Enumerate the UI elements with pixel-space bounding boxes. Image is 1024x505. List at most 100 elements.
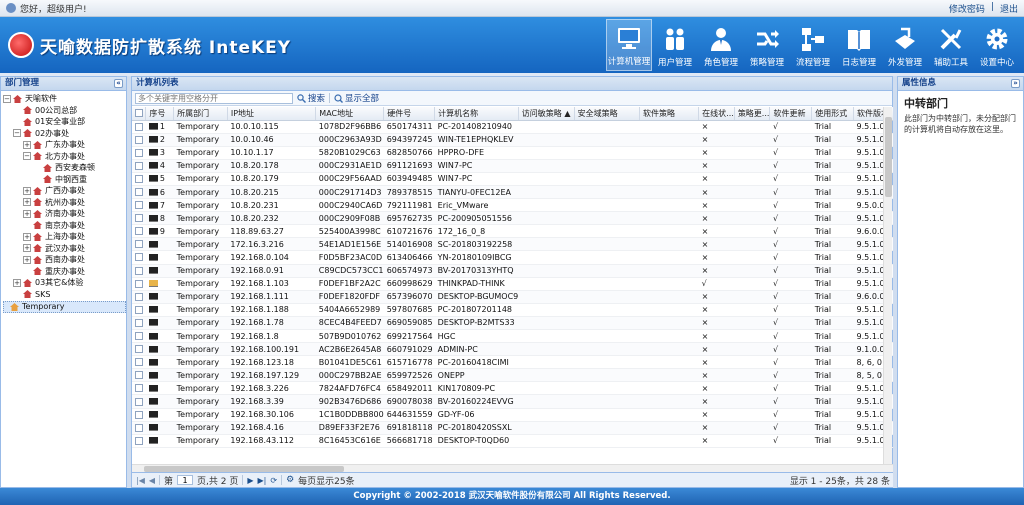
tree-node[interactable]: 重庆办事处 xyxy=(3,266,126,278)
nav-monitor[interactable]: 计算机管理 xyxy=(606,19,652,71)
show-all-button[interactable]: 显示全部 xyxy=(334,92,379,104)
row-select-cell[interactable] xyxy=(132,277,146,291)
checkbox[interactable] xyxy=(135,240,143,249)
search-button[interactable]: 搜索 xyxy=(297,92,325,104)
logout-link[interactable]: 退出 xyxy=(1000,2,1018,15)
row-select-cell[interactable] xyxy=(132,120,146,134)
checkbox[interactable] xyxy=(135,292,143,301)
row-select-cell[interactable] xyxy=(132,172,146,186)
checkbox[interactable] xyxy=(135,161,143,170)
nav-workflow[interactable]: 流程管理 xyxy=(790,19,836,71)
tree-toggle-icon[interactable]: − xyxy=(3,94,11,103)
collapse-right-button[interactable]: » xyxy=(1011,79,1020,88)
table-row[interactable]: Temporary 192.168.30.106 1C1B0DDBB800 64463… xyxy=(132,408,894,422)
checkbox[interactable] xyxy=(135,279,143,288)
row-select-cell[interactable] xyxy=(132,159,146,173)
checkbox[interactable] xyxy=(135,148,143,157)
tree-node[interactable]: +03其它&体验 xyxy=(3,277,126,289)
table-row[interactable]: 7 Temporary 10.8.20.231 000C2940CA6D 7921119… xyxy=(132,198,894,213)
column-header[interactable]: 序号 xyxy=(145,107,175,121)
column-header[interactable]: 所属部门 xyxy=(173,107,228,121)
nav-outgoing[interactable]: 外发管理 xyxy=(882,19,928,71)
tree-node[interactable]: + 广东办事处 xyxy=(3,139,126,151)
row-select-cell[interactable] xyxy=(132,133,146,147)
nav-roles[interactable]: 角色管理 xyxy=(698,19,744,71)
checkbox[interactable] xyxy=(135,371,143,380)
prev-page-button[interactable]: ◀ xyxy=(149,476,155,485)
select-all-header[interactable] xyxy=(132,107,147,121)
row-select-cell[interactable] xyxy=(132,290,146,304)
column-header[interactable]: 安全域策略 xyxy=(574,107,640,121)
tree-node[interactable]: + 济南办事处 xyxy=(3,208,126,220)
table-row[interactable]: Temporary 192.168.4.16 D89EF33F2E76 6918181… xyxy=(132,421,894,435)
checkbox[interactable] xyxy=(135,318,143,327)
tree-node[interactable]: + 西南办事处 xyxy=(3,254,126,266)
first-page-button[interactable]: |◀ xyxy=(136,476,145,485)
checkbox[interactable] xyxy=(135,135,143,144)
tree-node[interactable]: 南京办事处 xyxy=(3,220,126,232)
column-header[interactable]: 策略更... xyxy=(734,107,771,121)
collapse-left-button[interactable]: « xyxy=(114,79,123,88)
checkbox[interactable] xyxy=(135,345,143,354)
table-row[interactable]: Temporary 192.168.1.103 F0DEF1BF2A2C 660998… xyxy=(132,277,894,291)
column-header[interactable]: 硬件号 xyxy=(383,107,436,121)
checkbox[interactable] xyxy=(135,227,143,236)
tree-node-temporary[interactable]: Temporary xyxy=(3,301,126,313)
tree-toggle-icon[interactable]: − xyxy=(13,129,21,138)
row-select-cell[interactable] xyxy=(132,303,146,317)
tree-toggle-icon[interactable]: + xyxy=(23,198,31,207)
tree-node[interactable]: 00公司总部 xyxy=(3,105,126,117)
row-select-cell[interactable] xyxy=(132,434,146,448)
checkbox[interactable] xyxy=(135,174,143,183)
tree-node[interactable]: SKS xyxy=(3,289,126,301)
table-row[interactable]: Temporary 192.168.0.91 C89CDC573CC1 6065749… xyxy=(132,264,894,278)
checkbox[interactable] xyxy=(135,436,143,445)
row-select-cell[interactable] xyxy=(132,185,146,200)
table-row[interactable]: Temporary 192.168.123.18 B01041DE5C61 61571… xyxy=(132,355,894,370)
table-row[interactable]: 5 Temporary 10.8.20.179 000C29F56AAD 6039494… xyxy=(132,172,894,186)
row-select-cell[interactable] xyxy=(132,329,146,344)
row-select-cell[interactable] xyxy=(132,342,146,357)
table-row[interactable]: 2 Temporary 10.0.10.46 000C2963A93D 69439724… xyxy=(132,133,894,147)
row-select-cell[interactable] xyxy=(132,211,146,226)
table-row[interactable]: Temporary 192.168.3.226 7824AFD76FC4 658492… xyxy=(132,381,894,396)
last-page-button[interactable]: ▶| xyxy=(258,476,267,485)
page-size-gear-icon[interactable]: ⚙ xyxy=(286,475,294,485)
table-row[interactable]: 6 Temporary 10.8.20.215 000C291714D3 7893785… xyxy=(132,185,894,200)
checkbox[interactable] xyxy=(135,410,143,419)
column-header[interactable]: 访问敏策略 ▲ xyxy=(518,107,575,121)
column-header[interactable]: 软件更新 xyxy=(769,107,813,121)
column-header[interactable]: 计算机名称 xyxy=(434,107,519,121)
checkbox[interactable] xyxy=(135,188,143,197)
column-header[interactable]: 软件策略 xyxy=(639,107,700,121)
tree-toggle-icon[interactable]: + xyxy=(13,278,21,287)
table-row[interactable]: Temporary 192.168.1.8 507B9D010762 69921756… xyxy=(132,329,894,344)
checkbox[interactable] xyxy=(135,332,143,341)
refresh-icon[interactable]: ⟳ xyxy=(270,476,277,485)
tree-toggle-icon[interactable]: + xyxy=(23,232,31,241)
table-row[interactable]: 3 Temporary 10.10.1.17 5820B1029C63 68285076… xyxy=(132,146,894,160)
checkbox[interactable] xyxy=(135,201,143,210)
tree-node[interactable]: − 02办事处 xyxy=(3,128,126,140)
checkbox[interactable] xyxy=(135,397,143,406)
table-row[interactable]: 1 Temporary 10.0.10.115 1078D2F96BB6 6501743… xyxy=(132,120,894,134)
table-row[interactable]: 9 Temporary 118.89.63.27 525400A3998C 610721… xyxy=(132,224,894,239)
row-select-cell[interactable] xyxy=(132,146,146,160)
table-row[interactable]: Temporary 192.168.43.112 8C16453C616E 56668… xyxy=(132,434,894,448)
nav-policy[interactable]: 策略管理 xyxy=(744,19,790,71)
row-select-cell[interactable] xyxy=(132,316,146,331)
tree-node[interactable]: + 武汉办事处 xyxy=(3,243,126,255)
row-select-cell[interactable] xyxy=(132,421,146,435)
checkbox[interactable] xyxy=(135,305,143,314)
nav-settings[interactable]: 设置中心 xyxy=(974,19,1020,71)
column-header[interactable]: MAC地址 xyxy=(315,107,385,121)
checkbox[interactable] xyxy=(135,384,143,393)
checkbox[interactable] xyxy=(135,122,143,131)
checkbox[interactable] xyxy=(135,358,143,367)
tree-node[interactable]: − 北方办事处 xyxy=(3,151,126,163)
column-header[interactable]: 使用形式 xyxy=(811,107,855,121)
checkbox[interactable] xyxy=(135,109,143,118)
horizontal-scrollbar[interactable] xyxy=(132,464,894,472)
table-row[interactable]: 8 Temporary 10.8.20.232 000C2909F08B 6957627… xyxy=(132,211,894,226)
nav-users[interactable]: 用户管理 xyxy=(652,19,698,71)
